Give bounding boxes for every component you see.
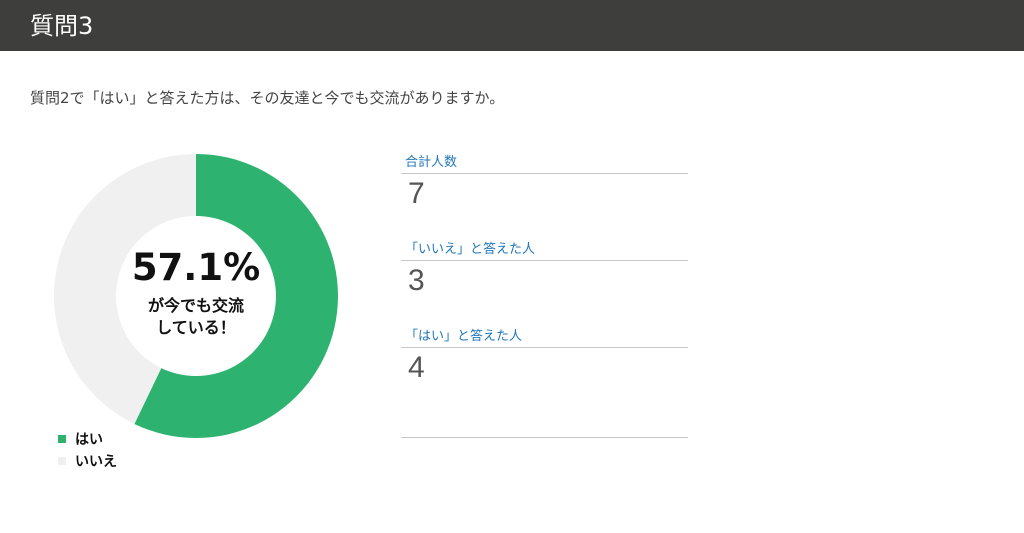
donut-chart: 57.1% が今でも交流 している！: [50, 150, 342, 442]
stat-no-value: 3: [408, 264, 425, 297]
stat-yes: 「はい」と答えた人 4: [401, 328, 688, 415]
stat-total-label: 合計人数: [401, 154, 688, 174]
legend-label-no: いいえ: [75, 454, 117, 470]
stat-no-label: 「いいえ」と答えた人: [401, 241, 688, 261]
legend-item-yes: はい: [58, 428, 117, 450]
question-text: 質問2で「はい」と答えた方は、その友達と今でも交流がありますか。: [30, 89, 505, 107]
legend-item-no: いいえ: [58, 450, 117, 472]
legend-swatch-no: [58, 457, 66, 465]
stat-total-value: 7: [408, 177, 425, 210]
stat-no: 「いいえ」と答えた人 3: [401, 241, 688, 328]
stats-divider: [401, 437, 688, 438]
stat-yes-label: 「はい」と答えた人: [401, 328, 688, 348]
stat-total: 合計人数 7: [401, 154, 688, 241]
legend-swatch-yes: [58, 435, 66, 443]
page-header: 質問3: [0, 0, 1024, 51]
donut-caption-line1: が今でも交流: [147, 296, 244, 315]
donut-caption-line2: している！: [156, 318, 236, 337]
chart-legend: はい いいえ: [58, 428, 117, 472]
stats-panel: 合計人数 7 「いいえ」と答えた人 3 「はい」と答えた人 4: [401, 154, 688, 415]
donut-center-caption: が今でも交流 している！: [90, 295, 302, 339]
stat-yes-value: 4: [408, 351, 425, 384]
legend-label-yes: はい: [75, 432, 103, 448]
donut-center-value: 57.1%: [131, 246, 261, 289]
page-title: 質問3: [30, 12, 94, 40]
